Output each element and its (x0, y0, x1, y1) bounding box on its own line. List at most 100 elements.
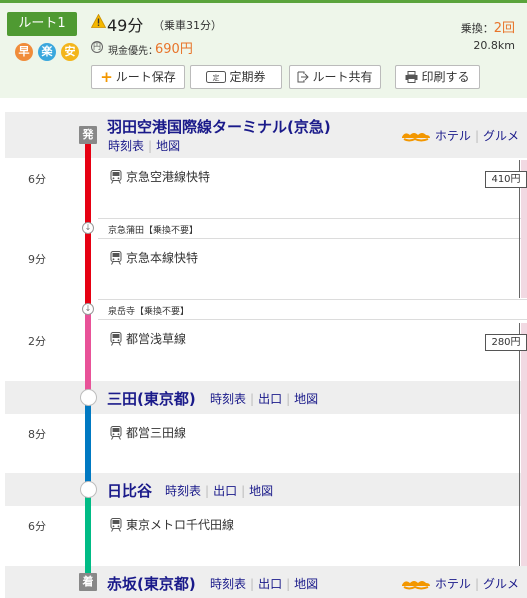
separator: | (286, 576, 291, 591)
separator: | (474, 576, 479, 591)
segment-minutes: 2分 (28, 335, 46, 348)
hotel-link[interactable]: ホテル (435, 575, 471, 592)
separator: | (148, 138, 153, 153)
line-name: 京急空港線快特 (126, 170, 211, 184)
transfer-number: 2回 (493, 21, 515, 36)
segment-line[interactable]: 都営三田線 (110, 424, 186, 441)
printer-icon (405, 71, 418, 83)
exit-link[interactable]: 出口 (258, 575, 282, 592)
segment-line[interactable]: 京急本線快特 (110, 249, 198, 266)
total-fare: 690円 (155, 42, 193, 57)
separator: | (286, 391, 291, 406)
departure-tag: 発 (79, 126, 97, 144)
line-keikyu-main (85, 228, 91, 309)
departure-extras: ホテル | グルメ (401, 127, 519, 144)
arrival-tag: 着 (79, 573, 97, 591)
share-icon (297, 71, 310, 83)
station-links: 時刻表 | 出口 | 地図 (210, 390, 318, 407)
train-icon (110, 517, 122, 532)
station-marker (80, 481, 97, 498)
fare-box: 280円 (485, 334, 527, 351)
separator: | (250, 576, 255, 591)
warning-icon (91, 14, 106, 28)
train-icon (110, 250, 122, 265)
timetable-link[interactable]: 時刻表 (165, 482, 201, 499)
save-route-button[interactable]: + ルート保存 (91, 65, 185, 89)
segment-line[interactable]: 京急空港線快特 (110, 168, 210, 185)
exit-link[interactable]: 出口 (213, 482, 237, 499)
line-toei-asakusa (85, 309, 91, 398)
transfer-point-icon: ↓ (82, 222, 94, 234)
line-name: 都営三田線 (126, 426, 187, 440)
line-toei-mita (85, 398, 91, 490)
divider (98, 319, 527, 320)
share-route-button[interactable]: ルート共有 (289, 65, 381, 89)
fare-range-band (521, 323, 527, 566)
map-link[interactable]: 地図 (249, 482, 273, 499)
segment-minutes: 9分 (28, 253, 46, 266)
commuter-pass-label: 定期券 (229, 70, 266, 84)
timetable-link[interactable]: 時刻表 (108, 137, 144, 154)
line-chiyoda (85, 490, 91, 575)
hotel-link[interactable]: ホテル (435, 127, 471, 144)
divider (98, 299, 527, 300)
cheap-badge: 安 (61, 43, 79, 61)
line-name: 東京メトロ千代田線 (126, 518, 235, 532)
commuter-pass-icon: 定 (206, 71, 227, 83)
arrival-station-links: 時刻表 | 出口 | 地図 (210, 575, 318, 592)
timetable-link[interactable]: 時刻表 (210, 575, 246, 592)
transfer-note: 京急蒲田【乗換不要】 (108, 226, 199, 236)
print-button[interactable]: 印刷する (395, 65, 480, 89)
print-label: 印刷する (421, 70, 470, 84)
segment-minutes: 6分 (28, 520, 46, 533)
segment-line[interactable]: 都営浅草線 (110, 330, 186, 347)
save-route-label: ルート保存 (115, 70, 176, 84)
station-name[interactable]: 三田(東京都) (107, 388, 196, 409)
line-keikyu-airport (85, 140, 91, 228)
separator: | (205, 483, 210, 498)
departure-station-links: 時刻表 | 地図 (108, 137, 180, 154)
cash-priority-label: 現金優先： (108, 46, 158, 57)
station-marker (80, 389, 97, 406)
timetable-link[interactable]: 時刻表 (210, 390, 246, 407)
line-name: 京急本線快特 (126, 251, 199, 265)
separator: | (250, 391, 255, 406)
departure-station-name[interactable]: 羽田空港国際線ターミナル(京急) (107, 116, 331, 137)
map-link[interactable]: 地図 (156, 137, 180, 154)
station-name[interactable]: 日比谷 (107, 480, 152, 501)
train-icon (110, 331, 122, 346)
hotel-cloud-icon (401, 132, 430, 141)
fast-badge: 早 (15, 43, 33, 61)
divider (98, 218, 527, 219)
plus-icon: + (100, 68, 113, 86)
segment-minutes: 6分 (28, 173, 46, 186)
train-icon (110, 169, 122, 184)
station-links: 時刻表 | 出口 | 地図 (165, 482, 273, 499)
line-name: 都営浅草線 (126, 332, 187, 346)
gourmet-link[interactable]: グルメ (483, 575, 519, 592)
ride-time: （乗車31分） (153, 19, 222, 32)
commuter-pass-button[interactable]: 定 定期券 (190, 65, 282, 89)
exit-link[interactable]: 出口 (258, 390, 282, 407)
map-link[interactable]: 地図 (294, 390, 318, 407)
map-link[interactable]: 地図 (294, 575, 318, 592)
train-icon (110, 425, 122, 440)
transfer-note: 泉岳寺【乗換不要】 (108, 307, 190, 317)
separator: | (474, 128, 479, 143)
gourmet-link[interactable]: グルメ (483, 127, 519, 144)
segment-line[interactable]: 東京メトロ千代田線 (110, 516, 234, 533)
total-duration: 49分 (107, 16, 144, 35)
transfer-point-icon: ↓ (82, 303, 94, 315)
separator: | (241, 483, 246, 498)
distance: 20.8km (473, 39, 515, 52)
segment-minutes: 8分 (28, 428, 46, 441)
cash-icon: 円 (91, 41, 103, 53)
divider (98, 238, 527, 239)
route-tab[interactable]: ルート1 (7, 12, 77, 36)
transfer-label: 乗換： (460, 22, 494, 35)
transfer-count: 乗換：2回 (461, 17, 515, 36)
easy-badge: 楽 (38, 43, 56, 61)
arrival-station-name[interactable]: 赤坂(東京都) (107, 573, 196, 594)
fare-range-line (519, 323, 520, 566)
route-summary: ルート1 早 楽 安 49分 （乗車31分） 円 現金優先： 690円 乗換：2… (0, 0, 527, 98)
